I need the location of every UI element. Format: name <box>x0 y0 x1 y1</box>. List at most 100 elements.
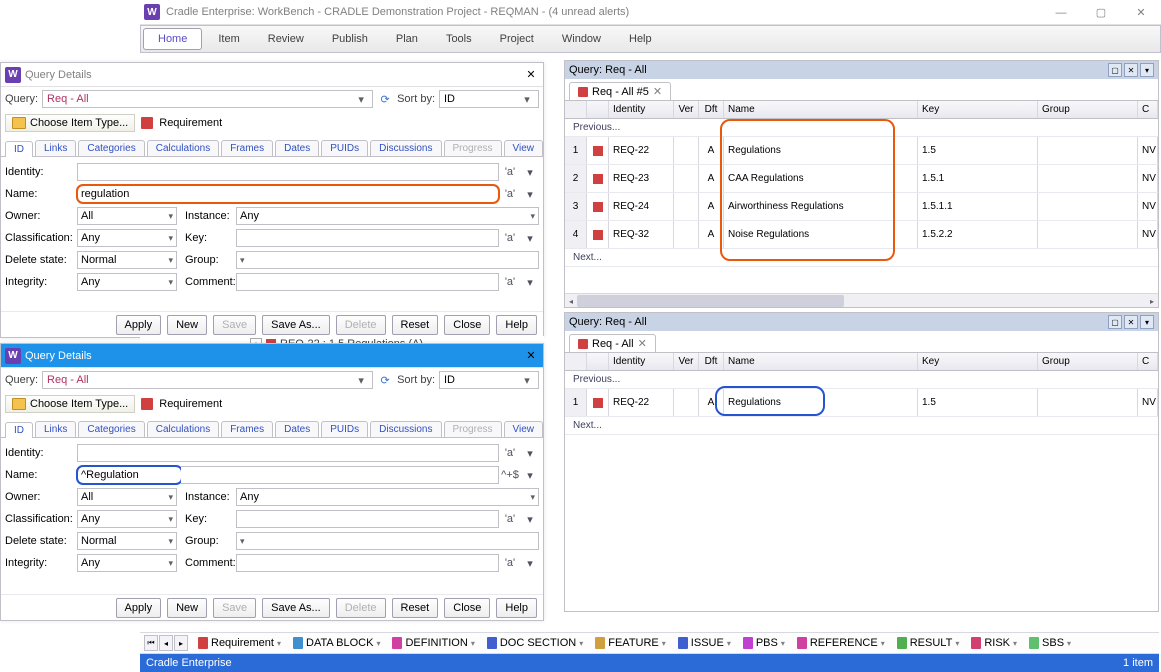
results-tab[interactable]: Req - All #5✕ <box>569 82 671 100</box>
previous-link[interactable]: Previous... <box>565 119 1158 137</box>
menu-plan[interactable]: Plan <box>382 26 432 52</box>
maximize-button[interactable]: ▢ <box>1081 0 1121 25</box>
save-as-button[interactable]: Save As... <box>262 598 330 618</box>
instance-combo[interactable]: Any <box>236 488 539 506</box>
col-dft[interactable]: Dft <box>699 101 724 118</box>
query-combo[interactable]: Req - All▾ <box>42 90 373 108</box>
new-button[interactable]: New <box>167 598 207 618</box>
tab-discussions[interactable]: Discussions <box>370 421 441 437</box>
chevron-down-icon[interactable]: ▾ <box>881 639 885 648</box>
comment-input[interactable] <box>236 554 499 572</box>
apply-button[interactable]: Apply <box>116 598 162 618</box>
scroll-thumb[interactable] <box>577 295 844 307</box>
tab-id[interactable]: ID <box>5 141 33 157</box>
owner-combo[interactable]: All <box>77 207 177 225</box>
table-row[interactable]: 4REQ-32ANoise Regulations1.5.2.2NV <box>565 221 1158 249</box>
integrity-combo[interactable]: Any <box>77 273 177 291</box>
sort-combo[interactable]: ID▾ <box>439 90 539 108</box>
key-exp[interactable]: 'a' <box>501 232 519 244</box>
scroll-right-icon[interactable]: ▸ <box>1146 294 1158 308</box>
col-name[interactable]: Name <box>724 353 918 370</box>
scroll-left-icon[interactable]: ◂ <box>565 294 577 308</box>
tab-dates[interactable]: Dates <box>275 140 319 156</box>
menu-tools[interactable]: Tools <box>432 26 486 52</box>
type-chip[interactable]: FEATURE▾ <box>591 634 670 652</box>
chevron-down-icon[interactable]: ▾ <box>471 639 475 648</box>
key-input[interactable] <box>236 229 499 247</box>
group-combo[interactable] <box>236 532 539 550</box>
tab-calculations[interactable]: Calculations <box>147 421 219 437</box>
menu-review[interactable]: Review <box>254 26 318 52</box>
tab-links[interactable]: Links <box>35 421 76 437</box>
table-row[interactable]: 2REQ-23ACAA Regulations1.5.1NV <box>565 165 1158 193</box>
type-chip[interactable]: RESULT▾ <box>893 634 964 652</box>
close-icon[interactable]: ✕ <box>1124 63 1138 77</box>
name-exp[interactable]: 'a' <box>501 188 519 200</box>
sort-combo[interactable]: ID▾ <box>439 371 539 389</box>
chevron-down-icon[interactable]: ▾ <box>1067 639 1071 648</box>
chevron-down-icon[interactable]: ▾ <box>662 639 666 648</box>
previous-link[interactable]: Previous... <box>565 371 1158 389</box>
next-link[interactable]: Next... <box>565 249 1158 267</box>
name-input-ext[interactable] <box>181 466 499 484</box>
close-button[interactable]: ✕ <box>1121 0 1161 25</box>
chevron-down-icon[interactable]: ▾ <box>277 639 281 648</box>
next-link[interactable]: Next... <box>565 417 1158 435</box>
col-key[interactable]: Key <box>918 101 1038 118</box>
col-ver[interactable]: Ver <box>674 353 699 370</box>
new-button[interactable]: New <box>167 315 207 335</box>
col-identity[interactable]: Identity <box>609 101 674 118</box>
close-icon[interactable]: ✕ <box>1124 315 1138 329</box>
chevron-down-icon[interactable]: ▾ <box>781 639 785 648</box>
close-button[interactable]: Close <box>444 315 490 335</box>
tab-categories[interactable]: Categories <box>78 140 144 156</box>
sort-refresh-icon[interactable]: ⟳ <box>377 372 393 388</box>
choose-item-type-button[interactable]: Choose Item Type... <box>5 395 135 413</box>
tab-discussions[interactable]: Discussions <box>370 140 441 156</box>
menu-publish[interactable]: Publish <box>318 26 382 52</box>
col-group[interactable]: Group <box>1038 353 1138 370</box>
col-dft[interactable]: Dft <box>699 353 724 370</box>
type-chip[interactable]: RISK▾ <box>967 634 1021 652</box>
identity-input[interactable] <box>77 163 499 181</box>
type-chip[interactable]: Requirement▾ <box>194 634 285 652</box>
chevron-down-icon[interactable]: ▾ <box>1013 639 1017 648</box>
tab-links[interactable]: Links <box>35 140 76 156</box>
col-name[interactable]: Name <box>724 101 918 118</box>
chevron-down-icon[interactable]: ▾ <box>579 639 583 648</box>
tab-puids[interactable]: PUIDs <box>321 140 368 156</box>
comment-input[interactable] <box>236 273 499 291</box>
chevron-down-icon[interactable]: ▾ <box>1140 63 1154 77</box>
nav-first-icon[interactable]: ⏮ <box>144 635 158 651</box>
group-combo[interactable] <box>236 251 539 269</box>
maximize-icon[interactable]: ▢ <box>1108 63 1122 77</box>
menu-window[interactable]: Window <box>548 26 615 52</box>
owner-combo[interactable]: All <box>77 488 177 506</box>
col-identity[interactable]: Identity <box>609 353 674 370</box>
delete-combo[interactable]: Normal <box>77 251 177 269</box>
name-input[interactable]: ^Regulation <box>77 466 182 484</box>
tab-frames[interactable]: Frames <box>221 421 273 437</box>
horizontal-scrollbar[interactable]: ◂▸ <box>565 293 1158 307</box>
menu-home[interactable]: Home <box>143 28 202 50</box>
tab-puids[interactable]: PUIDs <box>321 421 368 437</box>
help-button[interactable]: Help <box>496 315 537 335</box>
tab-categories[interactable]: Categories <box>78 421 144 437</box>
menu-help[interactable]: Help <box>615 26 666 52</box>
type-chip[interactable]: DEFINITION▾ <box>388 634 478 652</box>
type-chip[interactable]: PBS▾ <box>739 634 789 652</box>
menu-item[interactable]: Item <box>204 26 253 52</box>
chevron-down-icon[interactable]: ▾ <box>1140 315 1154 329</box>
col-c[interactable]: C <box>1138 353 1158 370</box>
type-chip[interactable]: ISSUE▾ <box>674 634 735 652</box>
choose-item-type-button[interactable]: Choose Item Type... <box>5 114 135 132</box>
tab-close-icon[interactable]: ✕ <box>653 85 662 98</box>
col-ver[interactable]: Ver <box>674 101 699 118</box>
classification-combo[interactable]: Any <box>77 229 177 247</box>
table-row[interactable]: 3REQ-24AAirworthiness Regulations1.5.1.1… <box>565 193 1158 221</box>
sort-refresh-icon[interactable]: ⟳ <box>377 91 393 107</box>
name-input[interactable]: regulation <box>77 185 499 203</box>
tab-view[interactable]: View <box>504 140 544 156</box>
identity-arrow[interactable]: ▾ <box>521 166 539 179</box>
nav-prev-icon[interactable]: ◂ <box>159 635 173 651</box>
